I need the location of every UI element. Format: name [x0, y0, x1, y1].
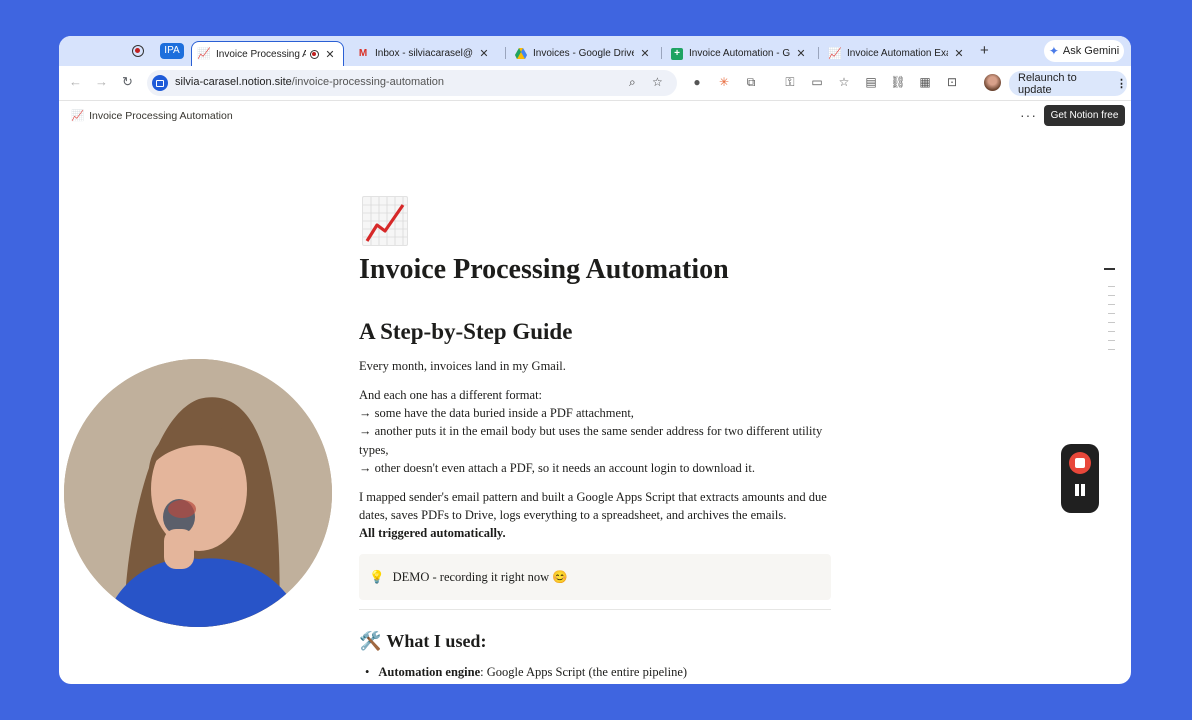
extension-icon[interactable]: ●	[689, 75, 705, 89]
chart-increasing-icon: 📈	[71, 110, 85, 122]
address-bar[interactable]: silvia-carasel.notion.site/invoice-proce…	[147, 70, 677, 96]
close-icon[interactable]: ✕	[323, 48, 337, 61]
table-of-contents[interactable]	[1104, 268, 1115, 358]
kebab-menu-icon[interactable]: ⋮	[1116, 77, 1127, 90]
hammer-wrench-icon: 🛠️	[359, 631, 382, 651]
tab-separator	[505, 47, 506, 59]
section-heading-tools: 🛠️ What I used:	[359, 631, 487, 651]
more-options-icon[interactable]: ···	[1020, 107, 1037, 123]
google-drive-icon	[515, 48, 527, 60]
tab-layout-icon[interactable]: ▦	[917, 75, 933, 89]
stop-icon[interactable]	[1069, 452, 1091, 474]
chart-increasing-icon[interactable]	[362, 196, 408, 246]
page-title: Invoice Processing Automation	[359, 254, 729, 285]
link-icon[interactable]: ⛓	[890, 75, 906, 89]
tab-gmail-inbox[interactable]: M Inbox - silviacarasel@gmail.com ✕	[353, 41, 495, 66]
paragraph-solution: I mapped sender's email pattern and buil…	[359, 490, 827, 541]
gmail-icon: M	[358, 47, 368, 59]
lightbulb-icon: 💡	[369, 569, 385, 584]
google-sheets-icon: +	[671, 47, 683, 60]
get-notion-free-button[interactable]: Get Notion free	[1044, 105, 1125, 126]
forward-arrow-icon[interactable]: →	[95, 74, 108, 89]
notion-topbar: 📈 Invoice Processing Automation ···	[59, 102, 1131, 130]
screen-search-icon[interactable]: ⊡	[944, 75, 960, 89]
tab-invoice-example[interactable]: 📈 Invoice Automation Example ✕	[825, 41, 970, 66]
back-arrow-icon[interactable]: ←	[69, 74, 82, 89]
webcam-overlay	[64, 359, 332, 627]
browser-toolbar: ← → ↻ silvia-carasel.notion.site/invoice…	[59, 66, 1131, 101]
recording-controls	[1061, 444, 1099, 513]
tab-group-chip[interactable]: IPA	[160, 43, 184, 59]
bookmark-star-icon[interactable]: ☆	[652, 75, 663, 89]
browser-window: IPA 📈 Invoice Processing Automation ✕ M …	[59, 36, 1131, 684]
new-tab-button[interactable]: +	[980, 42, 989, 59]
close-icon[interactable]: ✕	[477, 47, 491, 60]
zoom-search-icon[interactable]: ⌕	[629, 75, 636, 90]
close-icon[interactable]: ✕	[952, 47, 966, 60]
tab-bar: IPA 📈 Invoice Processing Automation ✕ M …	[59, 36, 1131, 66]
bullet-icon: •	[365, 665, 370, 679]
tab-separator	[818, 47, 819, 59]
relaunch-button[interactable]: Relaunch to update ⋮	[1009, 71, 1127, 96]
payment-card-icon[interactable]: ▭	[809, 75, 825, 89]
puzzle-extensions-icon[interactable]: ⧉	[743, 75, 759, 90]
close-icon[interactable]: ✕	[638, 47, 652, 60]
chart-icon: 📈	[828, 47, 842, 60]
divider	[359, 609, 831, 610]
claude-extension-icon[interactable]: ✳	[716, 75, 732, 89]
tab-google-drive[interactable]: Invoices - Google Drive ✕	[511, 41, 656, 66]
tab-invoice-processing[interactable]: 📈 Invoice Processing Automation ✕	[191, 41, 344, 66]
site-info-icon[interactable]	[152, 75, 168, 91]
ask-gemini-button[interactable]: ✦ Ask Gemini	[1044, 40, 1124, 62]
tab-google-sheets[interactable]: + Invoice Automation - Google Sheets ✕	[667, 41, 812, 66]
url-text[interactable]: silvia-carasel.notion.site/invoice-proce…	[175, 76, 444, 88]
chart-increasing-icon: 📈	[197, 48, 211, 60]
paragraph: Every month, invoices land in my Gmail.	[359, 359, 566, 373]
gemini-sparkle-icon: ✦	[1048, 44, 1059, 58]
list-item: • Automation engine: Google Apps Script …	[365, 665, 688, 679]
favorites-icon[interactable]: ☆	[836, 75, 852, 89]
password-key-icon[interactable]: ⚿	[782, 75, 798, 90]
reading-list-icon[interactable]: ▤	[863, 75, 879, 89]
recording-icon	[310, 49, 319, 59]
breadcrumb[interactable]: 📈 Invoice Processing Automation	[71, 109, 233, 123]
profile-avatar[interactable]	[984, 74, 1001, 91]
paragraph-formats: And each one has a different format: → s…	[359, 388, 823, 475]
close-icon[interactable]: ✕	[794, 47, 808, 60]
reload-icon[interactable]: ↻	[122, 74, 133, 90]
tab-separator	[661, 47, 662, 59]
pause-icon[interactable]	[1075, 484, 1085, 496]
callout-block: 💡 DEMO - recording it right now 😊	[359, 554, 831, 600]
section-heading: A Step-by-Step Guide	[359, 319, 573, 344]
recording-indicator-icon[interactable]	[132, 45, 144, 57]
